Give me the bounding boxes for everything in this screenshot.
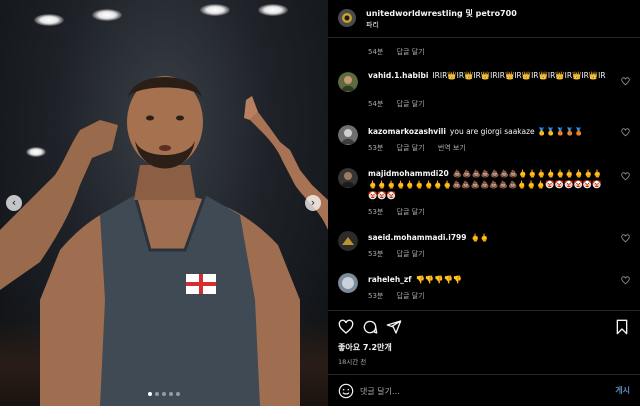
post-timestamp: 18시간 전	[338, 358, 367, 366]
comment-text: majidmohammdi20 💩💩💩💩💩💩💩🖕🖕🖕🖕🖕🖕🖕🖕🖕🖕🖕🖕🖕🖕🖕🖕🖕🖕…	[368, 168, 606, 201]
wrestler-figure	[0, 76, 328, 406]
comment-time: 53분	[368, 208, 384, 216]
coauthor-username[interactable]: petro700	[476, 9, 517, 18]
comment-list: 54분 답글 달기 vahid.1.habibi IRIR👑IR👑IR👑IRIR👑…	[328, 38, 640, 306]
share-icon[interactable]	[386, 319, 402, 335]
post-dialog: ‹ › unitedworldwrestling 및 petro700 파리 5…	[0, 0, 640, 406]
like-count[interactable]: 좋아요 7.2만개	[338, 342, 392, 353]
comment-time: 54분	[368, 100, 384, 108]
reply-button[interactable]: 답글 달기	[397, 144, 425, 152]
coauthor-separator: 및	[465, 9, 473, 18]
post-comment-button[interactable]: 게시	[615, 385, 630, 396]
comment-meta: 53분 답글 달기	[368, 207, 436, 217]
comment-meta: 53분 답글 달기 번역 보기	[368, 143, 477, 153]
comment-time: 53분	[368, 144, 384, 152]
reply-button[interactable]: 답글 달기	[397, 250, 425, 258]
comment-meta: 53분 답글 달기	[368, 291, 436, 301]
translate-button[interactable]: 번역 보기	[438, 144, 466, 152]
comment-username[interactable]: kazomarkozashvili	[368, 127, 446, 136]
commenter-avatar[interactable]	[338, 168, 358, 188]
comment-item: 54분 답글 달기	[328, 42, 640, 62]
heart-icon[interactable]	[621, 77, 630, 86]
commenter-avatar[interactable]	[338, 273, 358, 293]
comment-username[interactable]: vahid.1.habibi	[368, 71, 428, 80]
owner-username[interactable]: unitedworldwrestling	[366, 9, 463, 18]
comment-input[interactable]	[360, 383, 590, 399]
post-location[interactable]: 파리	[366, 20, 379, 30]
carousel-dot[interactable]	[162, 392, 166, 396]
comment-content: 👎👎👎👎👎	[415, 275, 463, 284]
emoji-icon[interactable]	[338, 383, 354, 399]
comment-icon[interactable]	[362, 319, 378, 335]
commenter-avatar[interactable]	[338, 231, 358, 251]
comment-text: saeid.mohammadi.i799 🖕🖕	[368, 232, 606, 243]
comment-item: raheleh_zf 👎👎👎👎👎 53분 답글 달기	[328, 272, 640, 306]
post-owner-line: unitedworldwrestling 및 petro700	[366, 8, 517, 19]
commenter-avatar[interactable]	[338, 72, 358, 92]
commenter-avatar[interactable]	[338, 125, 358, 145]
post-actions	[328, 310, 640, 340]
comment-text: kazomarkozashvili you are giorgi saakaze …	[368, 126, 606, 137]
comment-item: kazomarkozashvili you are giorgi saakaze …	[328, 124, 640, 158]
carousel-dot[interactable]	[148, 392, 152, 396]
comment-content: 🖕🖕	[470, 233, 490, 242]
comment-composer: 게시	[328, 374, 640, 406]
comment-text: vahid.1.habibi IRIR👑IR👑IR👑IRIR👑IR👑IR👑IR👑I…	[368, 70, 606, 81]
heart-icon[interactable]	[621, 234, 630, 243]
post-photo: ‹ ›	[0, 0, 328, 406]
bookmark-icon[interactable]	[614, 319, 630, 335]
comment-time: 54분	[368, 48, 384, 56]
comment-time: 53분	[368, 250, 384, 258]
reply-button[interactable]: 답글 달기	[397, 48, 425, 56]
heart-icon[interactable]	[338, 319, 354, 335]
heart-icon[interactable]	[621, 128, 630, 137]
comment-username[interactable]: majidmohammdi20	[368, 169, 449, 178]
comment-content: IRIR👑IR👑IR👑IRIR👑IR👑IR👑IR👑IR👑IR👑IR	[432, 71, 606, 80]
comment-username[interactable]: saeid.mohammadi.i799	[368, 233, 466, 242]
comment-text: raheleh_zf 👎👎👎👎👎	[368, 274, 606, 285]
carousel-dot[interactable]	[155, 392, 159, 396]
comment-username[interactable]: raheleh_zf	[368, 275, 412, 284]
chevron-left-icon[interactable]: ‹	[6, 195, 22, 211]
post-side-panel: unitedworldwrestling 및 petro700 파리 54분 답…	[328, 0, 640, 406]
comment-item: vahid.1.habibi IRIR👑IR👑IR👑IRIR👑IR👑IR👑IR👑I…	[328, 68, 640, 116]
post-header: unitedworldwrestling 및 petro700 파리	[328, 0, 640, 38]
comment-meta: 54분 답글 달기	[368, 99, 436, 109]
carousel-dots	[148, 392, 180, 396]
owner-avatar[interactable]	[338, 9, 356, 27]
comment-content: you are giorgi saakaze 🥇🥇🥉🥉🥉	[449, 127, 584, 136]
heart-icon[interactable]	[621, 276, 630, 285]
chevron-right-icon[interactable]: ›	[305, 195, 321, 211]
carousel-dot[interactable]	[169, 392, 173, 396]
comment-time: 53분	[368, 292, 384, 300]
comment-item: saeid.mohammadi.i799 🖕🖕 53분 답글 달기	[328, 230, 640, 264]
carousel-dot[interactable]	[176, 392, 180, 396]
reply-button[interactable]: 답글 달기	[397, 292, 425, 300]
reply-button[interactable]: 답글 달기	[397, 100, 425, 108]
heart-icon[interactable]	[621, 172, 630, 181]
comment-meta: 54분 답글 달기	[368, 47, 436, 57]
comment-meta: 53분 답글 달기	[368, 249, 436, 259]
comment-item: majidmohammdi20 💩💩💩💩💩💩💩🖕🖕🖕🖕🖕🖕🖕🖕🖕🖕🖕🖕🖕🖕🖕🖕🖕🖕…	[328, 166, 640, 222]
reply-button[interactable]: 답글 달기	[397, 208, 425, 216]
